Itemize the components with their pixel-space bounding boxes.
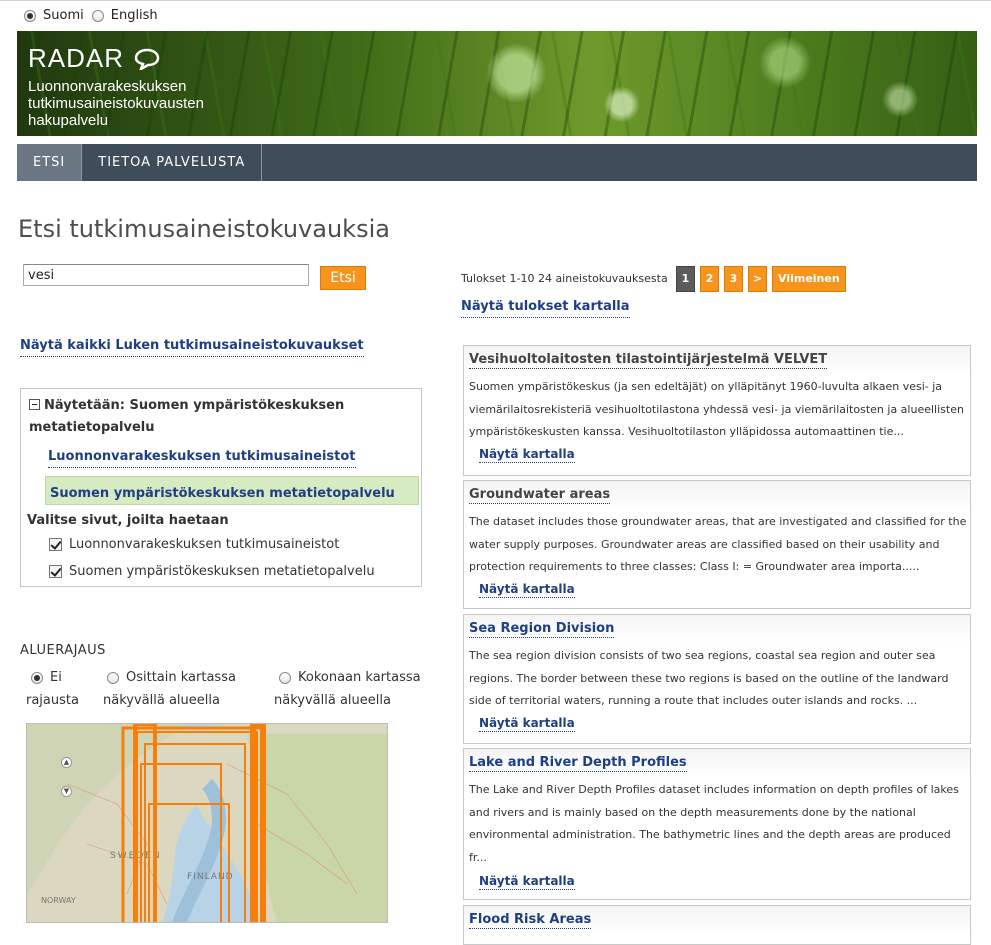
source-link-syke[interactable]: Suomen ympäristökeskuksen metatietopalve… [50,486,395,501]
page-1[interactable]: 1 [676,266,695,292]
result-title[interactable]: Vesihuoltolaitosten tilastointijärjestel… [469,352,828,369]
checkbox-syke[interactable] [49,565,62,578]
page-title: Etsi tutkimusaineistokuvauksia [18,215,390,243]
area-option-none-line2: rajausta [26,693,79,708]
map-zoom-in-icon[interactable]: ▲ [61,757,72,768]
search-button[interactable]: Etsi [320,266,366,290]
language-label-english[interactable]: English [111,8,158,23]
radio-area-full[interactable] [279,671,291,684]
result-card: Sea Region Division The sea region divis… [463,614,971,744]
results-info: Tulokset 1-10 24 aineistokuvauksesta [461,272,668,285]
result-description: The dataset includes those groundwater a… [469,515,967,573]
result-description: The sea region division consists of two … [469,649,949,707]
show-all-link[interactable]: Näytä kaikki Luken tutkimusaineistokuvau… [20,338,364,357]
collapse-icon[interactable] [29,399,40,410]
result-show-on-map-link[interactable]: Näytä kartalla [479,447,575,463]
area-option-none[interactable]: Ei [31,667,62,689]
result-title[interactable]: Groundwater areas [469,487,611,504]
page-next[interactable]: > [748,266,767,292]
result-title[interactable]: Lake and River Depth Profiles [469,755,687,772]
result-card: Vesihuoltolaitosten tilastointijärjestel… [463,345,971,476]
area-option-partial-line2: näkyvällä alueella [103,693,220,708]
area-option-none-line1: Ei [50,670,62,685]
area-option-partial-line1: Osittain kartassa [126,670,236,685]
show-results-on-map-link[interactable]: Näytä tulokset kartalla [461,299,630,318]
app-title: RADAR [28,43,125,73]
area-option-partial[interactable]: Osittain kartassa [107,667,236,689]
result-title[interactable]: Sea Region Division [469,621,615,638]
area-title: ALUERAJAUS [20,643,106,658]
radio-area-partial[interactable] [107,671,119,684]
area-option-full-line2: näkyvällä alueella [274,693,391,708]
radio-english[interactable] [91,9,104,22]
map-label-norway: NORWAY [41,896,76,905]
brand[interactable]: RADAR Luonnonvarakeskuksen tutkimusainei… [28,43,228,129]
checkbox-label-luke: Luonnonvarakeskuksen tutkimusaineistot [69,537,340,552]
radio-suomi[interactable] [24,9,36,22]
source-link-luke[interactable]: Luonnonvarakeskuksen tutkimusaineistot [48,449,356,468]
result-show-on-map-link[interactable]: Näytä kartalla [479,716,575,732]
app-subtitle: Luonnonvarakeskuksen tutkimusaineistokuv… [28,78,204,129]
page-2[interactable]: 2 [700,266,719,292]
page-last[interactable]: Viimeinen [772,266,846,292]
language-label-suomi[interactable]: Suomi [43,8,84,23]
result-description: The Lake and River Depth Profiles datase… [469,783,959,864]
area-option-full[interactable]: Kokonaan kartassa [279,667,421,689]
brand-title-row: RADAR [28,43,228,74]
nav-item-tietoa[interactable]: TIETOA PALVELUSTA [82,144,263,181]
language-switch: Suomi English [24,8,166,23]
checkbox-label-syke: Suomen ympäristökeskuksen metatietopalve… [69,564,375,579]
map-label-finland: FINLAND [187,872,234,882]
result-card: Flood Risk Areas [463,905,971,945]
source-panel-title: Näytetään: Suomen ympäristökeskuksen met… [29,395,409,439]
choose-sources-label: Valitse sivut, joilta haetaan [27,513,229,528]
checkbox-luke[interactable] [49,538,62,551]
search-input[interactable] [23,264,309,286]
source-showing-label: Näytetään: Suomen ympäristökeskuksen met… [29,398,345,435]
page-3[interactable]: 3 [724,266,743,292]
area-option-full-line1: Kokonaan kartassa [298,670,421,685]
map-view[interactable]: SWEDEN FINLAND NORWAY ▲ ▼ [26,723,388,923]
checkbox-row-syke[interactable]: Suomen ympäristökeskuksen metatietopalve… [49,564,375,579]
main-nav: ETSI TIETOA PALVELUSTA [17,144,977,181]
map-canvas[interactable]: SWEDEN FINLAND NORWAY [27,724,388,923]
speech-bubble-icon [134,48,160,70]
result-description: Suomen ympäristökeskus (ja sen edeltäjät… [469,380,964,438]
map-zoom-out-icon[interactable]: ▼ [61,786,72,797]
checkbox-row-luke[interactable]: Luonnonvarakeskuksen tutkimusaineistot [49,537,339,552]
result-card: Groundwater areas The dataset includes t… [463,480,971,609]
radio-area-none[interactable] [31,671,43,684]
nav-item-etsi[interactable]: ETSI [17,144,83,181]
source-panel: Näytetään: Suomen ympäristökeskuksen met… [20,388,422,587]
pagination: 1 2 3 > Viimeinen [676,266,851,292]
result-show-on-map-link[interactable]: Näytä kartalla [479,582,575,598]
source-item-syke-selected[interactable]: Suomen ympäristökeskuksen metatietopalve… [45,476,419,505]
result-card: Lake and River Depth Profiles The Lake a… [463,748,971,900]
result-show-on-map-link[interactable]: Näytä kartalla [479,874,575,890]
